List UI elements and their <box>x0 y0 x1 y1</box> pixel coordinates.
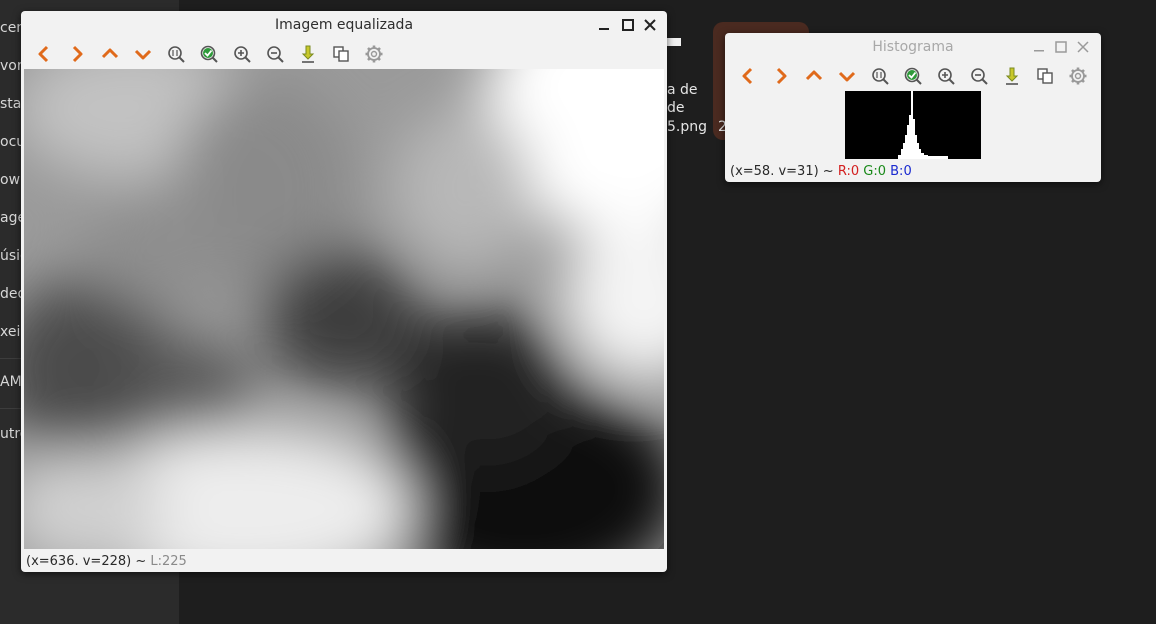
zoom-out-button[interactable] <box>258 41 291 67</box>
zoom-in-icon <box>937 68 955 85</box>
zoom-fit-check-icon <box>200 45 218 63</box>
red-channel-value: R:0 <box>837 164 860 179</box>
image-status-bar: (x=636. v=228) ~ L:225 <box>26 554 187 569</box>
zoom-fit-button[interactable] <box>192 41 225 67</box>
pan-right-button[interactable] <box>764 63 797 89</box>
copy-button[interactable] <box>1028 63 1061 89</box>
pixel-value: L:225 <box>150 554 187 569</box>
histogram-plot[interactable] <box>845 91 981 159</box>
chevron-left-icon <box>742 67 752 85</box>
zoom-fit-button[interactable] <box>896 63 929 89</box>
histogram-status-bar: (x=58. v=31) ~ R:0 G:0 B:0 <box>730 164 912 179</box>
gear-icon <box>365 45 382 63</box>
green-channel-value: G:0 <box>863 164 886 179</box>
maximize-icon[interactable] <box>1050 36 1072 58</box>
pan-down-button[interactable] <box>126 41 159 67</box>
chevron-up-icon <box>101 48 118 59</box>
pan-up-button[interactable] <box>797 63 830 89</box>
chevron-down-icon <box>134 49 151 60</box>
cursor-coordinates: (x=58. v=31) ~ <box>730 164 838 179</box>
desktop-file-icon[interactable] <box>667 38 681 46</box>
pan-up-button[interactable] <box>93 41 126 67</box>
zoom-in-icon <box>233 46 251 63</box>
pan-left-button[interactable] <box>27 41 60 67</box>
chevron-right-icon <box>72 45 82 63</box>
pan-down-button[interactable] <box>830 63 863 89</box>
chevron-up-icon <box>805 70 822 81</box>
zoom-in-button[interactable] <box>225 41 258 67</box>
zoom-1to1-icon <box>167 46 185 63</box>
minimize-icon[interactable] <box>593 14 615 36</box>
toolbar <box>731 63 1101 89</box>
download-arrow-icon <box>301 45 314 63</box>
pan-right-button[interactable] <box>60 41 93 67</box>
close-icon[interactable] <box>1072 36 1094 58</box>
blue-channel-value: B:0 <box>890 164 912 179</box>
window-title: Imagem equalizada <box>274 17 414 33</box>
gear-icon <box>1069 67 1086 85</box>
histogram-window: Histograma (x=58. v=31) ~ R:0 G:0 B:0 <box>725 33 1101 182</box>
zoom-out-icon <box>266 46 284 63</box>
zoom-fit-check-icon <box>904 67 922 85</box>
save-button[interactable] <box>995 63 1028 89</box>
chevron-right-icon <box>776 67 786 85</box>
zoom-original-button[interactable] <box>159 41 192 67</box>
copy-icon <box>332 46 349 62</box>
maximize-icon[interactable] <box>617 14 639 36</box>
properties-button[interactable] <box>357 41 390 67</box>
equalized-image[interactable] <box>24 69 664 549</box>
sidebar-item[interactable]: sta <box>0 96 21 112</box>
copy-icon <box>1036 68 1053 84</box>
zoom-original-button[interactable] <box>863 63 896 89</box>
sidebar-item[interactable]: vor <box>0 58 23 74</box>
properties-button[interactable] <box>1061 63 1094 89</box>
download-arrow-icon <box>1005 67 1018 85</box>
zoom-in-button[interactable] <box>929 63 962 89</box>
zoom-1to1-icon <box>871 68 889 85</box>
chevron-left-icon <box>38 45 48 63</box>
window-titlebar[interactable]: Imagem equalizada <box>21 11 667 39</box>
chevron-down-icon <box>838 71 855 82</box>
minimize-icon[interactable] <box>1028 36 1050 58</box>
zoom-out-button[interactable] <box>962 63 995 89</box>
desktop-file-label[interactable]: de <box>667 100 685 116</box>
save-button[interactable] <box>291 41 324 67</box>
copy-button[interactable] <box>324 41 357 67</box>
cursor-coordinates: (x=636. v=228) ~ <box>26 554 151 569</box>
close-icon[interactable] <box>639 14 661 36</box>
toolbar <box>27 41 667 67</box>
pan-left-button[interactable] <box>731 63 764 89</box>
image-window: Imagem equalizada (x=636. v=228) ~ L:225 <box>21 11 667 572</box>
desktop-file-label[interactable]: a de <box>667 82 698 98</box>
zoom-out-icon <box>970 68 988 85</box>
window-title: Histograma <box>872 39 954 55</box>
desktop-file-label[interactable]: 5.png <box>667 119 707 135</box>
